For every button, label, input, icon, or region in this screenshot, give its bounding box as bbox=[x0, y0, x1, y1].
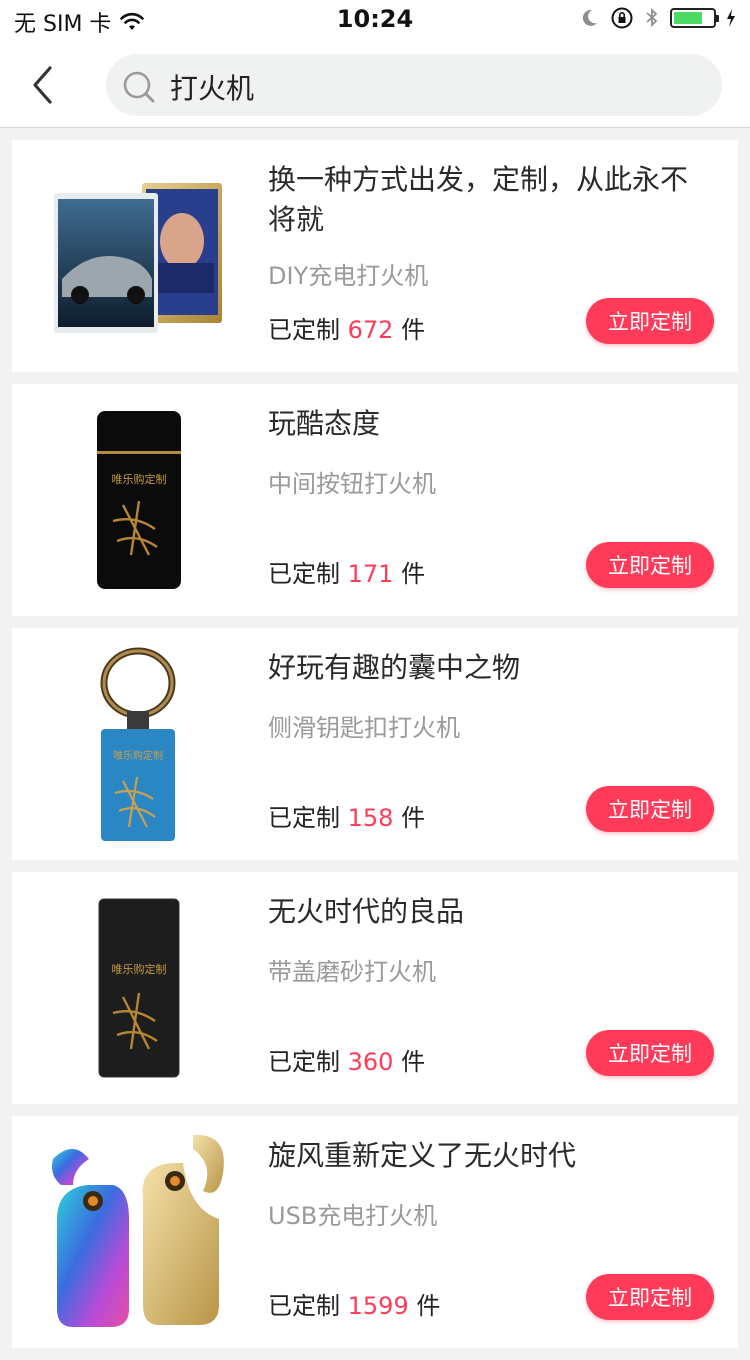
wifi-icon bbox=[120, 12, 145, 30]
status-right bbox=[578, 6, 736, 30]
product-card[interactable]: 旋风重新定义了无火时代 USB充电打火机 已定制 1599 件 立即定制 bbox=[12, 1116, 738, 1348]
product-subtitle: 侧滑钥匙扣打火机 bbox=[268, 714, 460, 742]
customize-button[interactable]: 立即定制 bbox=[586, 786, 714, 832]
product-image bbox=[32, 156, 244, 356]
product-subtitle: 中间按钮打火机 bbox=[268, 470, 436, 498]
status-left: 无 SIM 卡 bbox=[14, 6, 145, 38]
product-list: 换一种方式出发，定制，从此永不将就 DIY充电打火机 已定制 672 件 立即定… bbox=[12, 140, 738, 1360]
product-image: 唯乐购定制 bbox=[32, 644, 244, 844]
customize-button[interactable]: 立即定制 bbox=[586, 1030, 714, 1076]
back-button[interactable] bbox=[22, 60, 62, 110]
product-image bbox=[32, 1132, 244, 1332]
product-subtitle: 带盖磨砂打火机 bbox=[268, 958, 436, 986]
moon-icon bbox=[582, 9, 597, 26]
product-card[interactable]: 换一种方式出发，定制，从此永不将就 DIY充电打火机 已定制 672 件 立即定… bbox=[12, 140, 738, 372]
customized-count: 已定制 360 件 bbox=[268, 1042, 425, 1077]
search-query-text: 打火机 bbox=[170, 72, 255, 105]
count-suffix: 件 bbox=[401, 1048, 426, 1076]
count-number: 158 bbox=[347, 804, 394, 832]
engraving-text: 唯乐购定制 bbox=[113, 749, 163, 762]
engraving-text: 唯乐购定制 bbox=[112, 472, 167, 486]
count-suffix: 件 bbox=[401, 804, 426, 832]
search-icon bbox=[123, 71, 155, 103]
product-card[interactable]: 唯乐购定制 无火时代的良品 带盖磨砂打火机 已定制 360 件 立即定制 bbox=[12, 872, 738, 1104]
status-bar: 无 SIM 卡 10:24 bbox=[0, 0, 750, 42]
count-prefix: 已定制 bbox=[268, 804, 340, 832]
product-title: 无火时代的良品 bbox=[268, 895, 465, 928]
bluetooth-icon bbox=[646, 7, 658, 28]
customize-button[interactable]: 立即定制 bbox=[586, 1274, 714, 1320]
customize-button[interactable]: 立即定制 bbox=[586, 298, 714, 344]
product-image: 唯乐购定制 bbox=[32, 400, 244, 600]
count-prefix: 已定制 bbox=[268, 560, 340, 588]
carrier-label: 无 SIM 卡 bbox=[14, 12, 112, 37]
count-number: 360 bbox=[347, 1048, 394, 1076]
product-card[interactable]: 唯乐购定制 玩酷态度 中间按钮打火机 已定制 171 件 立即定制 bbox=[12, 384, 738, 616]
count-prefix: 已定制 bbox=[268, 1048, 340, 1076]
product-subtitle: DIY充电打火机 bbox=[268, 262, 429, 290]
count-number: 672 bbox=[347, 316, 394, 344]
product-title: 玩酷态度 bbox=[268, 407, 381, 440]
nav-bar: 打火机 bbox=[0, 42, 750, 128]
orientation-lock-icon bbox=[611, 7, 633, 29]
product-title: 换一种方式出发，定制，从此永不将就 bbox=[268, 163, 689, 236]
product-card[interactable]: 唯乐购定制 好玩有趣的囊中之物 侧滑钥匙扣打火机 已定制 158 件 立即定制 bbox=[12, 628, 738, 860]
customized-count: 已定制 1599 件 bbox=[268, 1286, 440, 1321]
battery-icon bbox=[670, 8, 719, 28]
product-image: 唯乐购定制 bbox=[32, 888, 244, 1088]
count-suffix: 件 bbox=[401, 560, 426, 588]
customize-button[interactable]: 立即定制 bbox=[586, 542, 714, 588]
charging-bolt-icon bbox=[727, 9, 735, 27]
customized-count: 已定制 158 件 bbox=[268, 798, 425, 833]
customized-count: 已定制 672 件 bbox=[268, 310, 425, 345]
product-subtitle: USB充电打火机 bbox=[268, 1202, 438, 1230]
search-input[interactable]: 打火机 bbox=[106, 54, 722, 116]
engraving-text: 唯乐购定制 bbox=[112, 962, 167, 976]
count-prefix: 已定制 bbox=[268, 1292, 340, 1320]
product-title: 好玩有趣的囊中之物 bbox=[268, 651, 521, 684]
count-number: 1599 bbox=[347, 1292, 409, 1320]
count-suffix: 件 bbox=[416, 1292, 441, 1320]
product-title: 旋风重新定义了无火时代 bbox=[268, 1139, 577, 1172]
count-prefix: 已定制 bbox=[268, 316, 340, 344]
chevron-left-icon bbox=[33, 66, 52, 104]
count-suffix: 件 bbox=[401, 316, 426, 344]
customized-count: 已定制 171 件 bbox=[268, 554, 425, 589]
count-number: 171 bbox=[347, 560, 394, 588]
